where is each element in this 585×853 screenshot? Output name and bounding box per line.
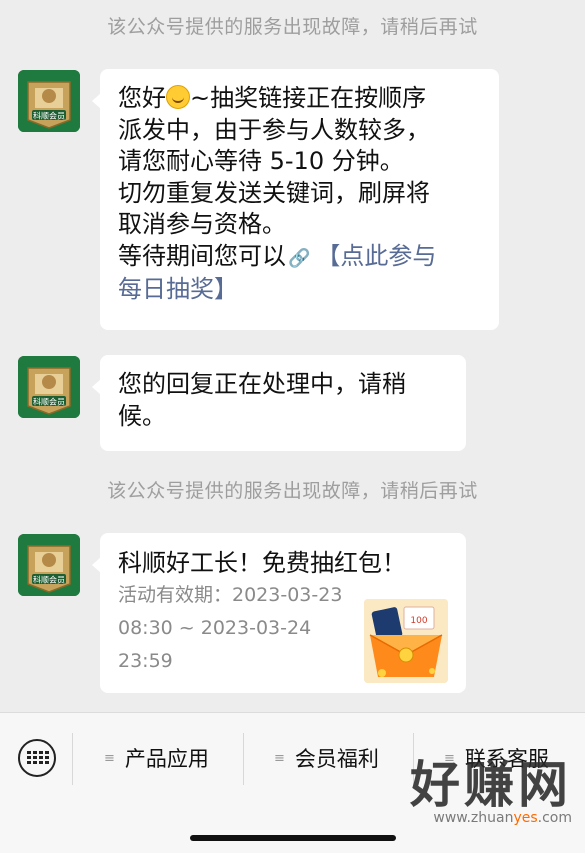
article-card[interactable]: 科顺好工长！免费抽红包！ 活动有效期：2023-03-23 08:30 ~ 20… bbox=[92, 533, 466, 693]
daily-lottery-link[interactable]: 【点此参与 bbox=[316, 242, 436, 270]
menu-item-label: 会员福利 bbox=[294, 747, 379, 771]
avatar-image: 科顺会员 bbox=[18, 70, 80, 132]
menu-item-member-benefits[interactable]: ≡ 会员福利 bbox=[274, 743, 379, 773]
smile-emoji-icon bbox=[166, 85, 190, 109]
message-line: ~抽奖链接正在按顺序 bbox=[190, 84, 427, 112]
thumbnail-badge: 100 bbox=[410, 616, 427, 626]
system-notice: 该公众号提供的服务出现故障，请稍后再试 bbox=[107, 16, 478, 38]
system-notice: 该公众号提供的服务出现故障，请稍后再试 bbox=[107, 480, 478, 502]
menu-list-icon: ≡ bbox=[104, 750, 115, 766]
home-indicator[interactable] bbox=[190, 835, 396, 841]
avatar-label: 科顺会员 bbox=[33, 111, 65, 121]
message-line: 切勿重复发送关键词，刷屏将 bbox=[118, 178, 430, 207]
greeting-text: 您好 bbox=[118, 84, 166, 112]
menu-divider bbox=[243, 733, 244, 785]
account-avatar[interactable]: 科顺会员 bbox=[18, 70, 80, 132]
message-bubble-lottery[interactable]: 您好 ~抽奖链接正在按顺序 派发中，由于参与人数较多， 请您耐心等待 5-10 分… bbox=[92, 69, 499, 330]
avatar-image: 科顺会员 bbox=[18, 534, 80, 596]
keyboard-toggle-icon[interactable] bbox=[18, 739, 56, 777]
account-avatar[interactable]: 科顺会员 bbox=[18, 356, 80, 418]
watermark-brand: 好赚网 bbox=[410, 756, 572, 814]
red-packet-thumbnail: 100 bbox=[364, 599, 448, 683]
avatar-label: 科顺会员 bbox=[33, 397, 65, 407]
menu-item-products[interactable]: ≡ 产品应用 bbox=[104, 743, 209, 773]
message-line: 您的回复正在处理中，请稍 bbox=[118, 370, 406, 398]
menu-list-icon: ≡ bbox=[274, 750, 285, 766]
link-icon: 🔗 bbox=[288, 247, 311, 269]
card-subtitle: 活动有效期：2023-03-23 08:30 ~ 2023-03-24 23:5… bbox=[118, 584, 343, 672]
message-line: 派发中，由于参与人数较多， bbox=[118, 115, 430, 144]
card-title: 科顺好工长！免费抽红包！ bbox=[118, 549, 406, 577]
menu-item-label: 产品应用 bbox=[124, 747, 209, 771]
avatar-image: 科顺会员 bbox=[18, 356, 80, 418]
message-line: 请您耐心等待 5-10 分钟。 bbox=[118, 147, 404, 175]
daily-lottery-link-cont[interactable]: 每日抽奖】 bbox=[118, 274, 481, 306]
message-line: 等待期间您可以 bbox=[118, 241, 286, 270]
avatar-label: 科顺会员 bbox=[33, 575, 65, 585]
account-avatar[interactable]: 科顺会员 bbox=[18, 534, 80, 596]
watermark: 好赚网 www.zhuanyes.com bbox=[372, 758, 572, 826]
message-line: 候。 bbox=[118, 401, 166, 430]
message-bubble-processing[interactable]: 您的回复正在处理中，请稍 候。 bbox=[92, 355, 466, 451]
menu-divider bbox=[72, 733, 73, 785]
message-line: 取消参与资格。 bbox=[118, 210, 286, 238]
